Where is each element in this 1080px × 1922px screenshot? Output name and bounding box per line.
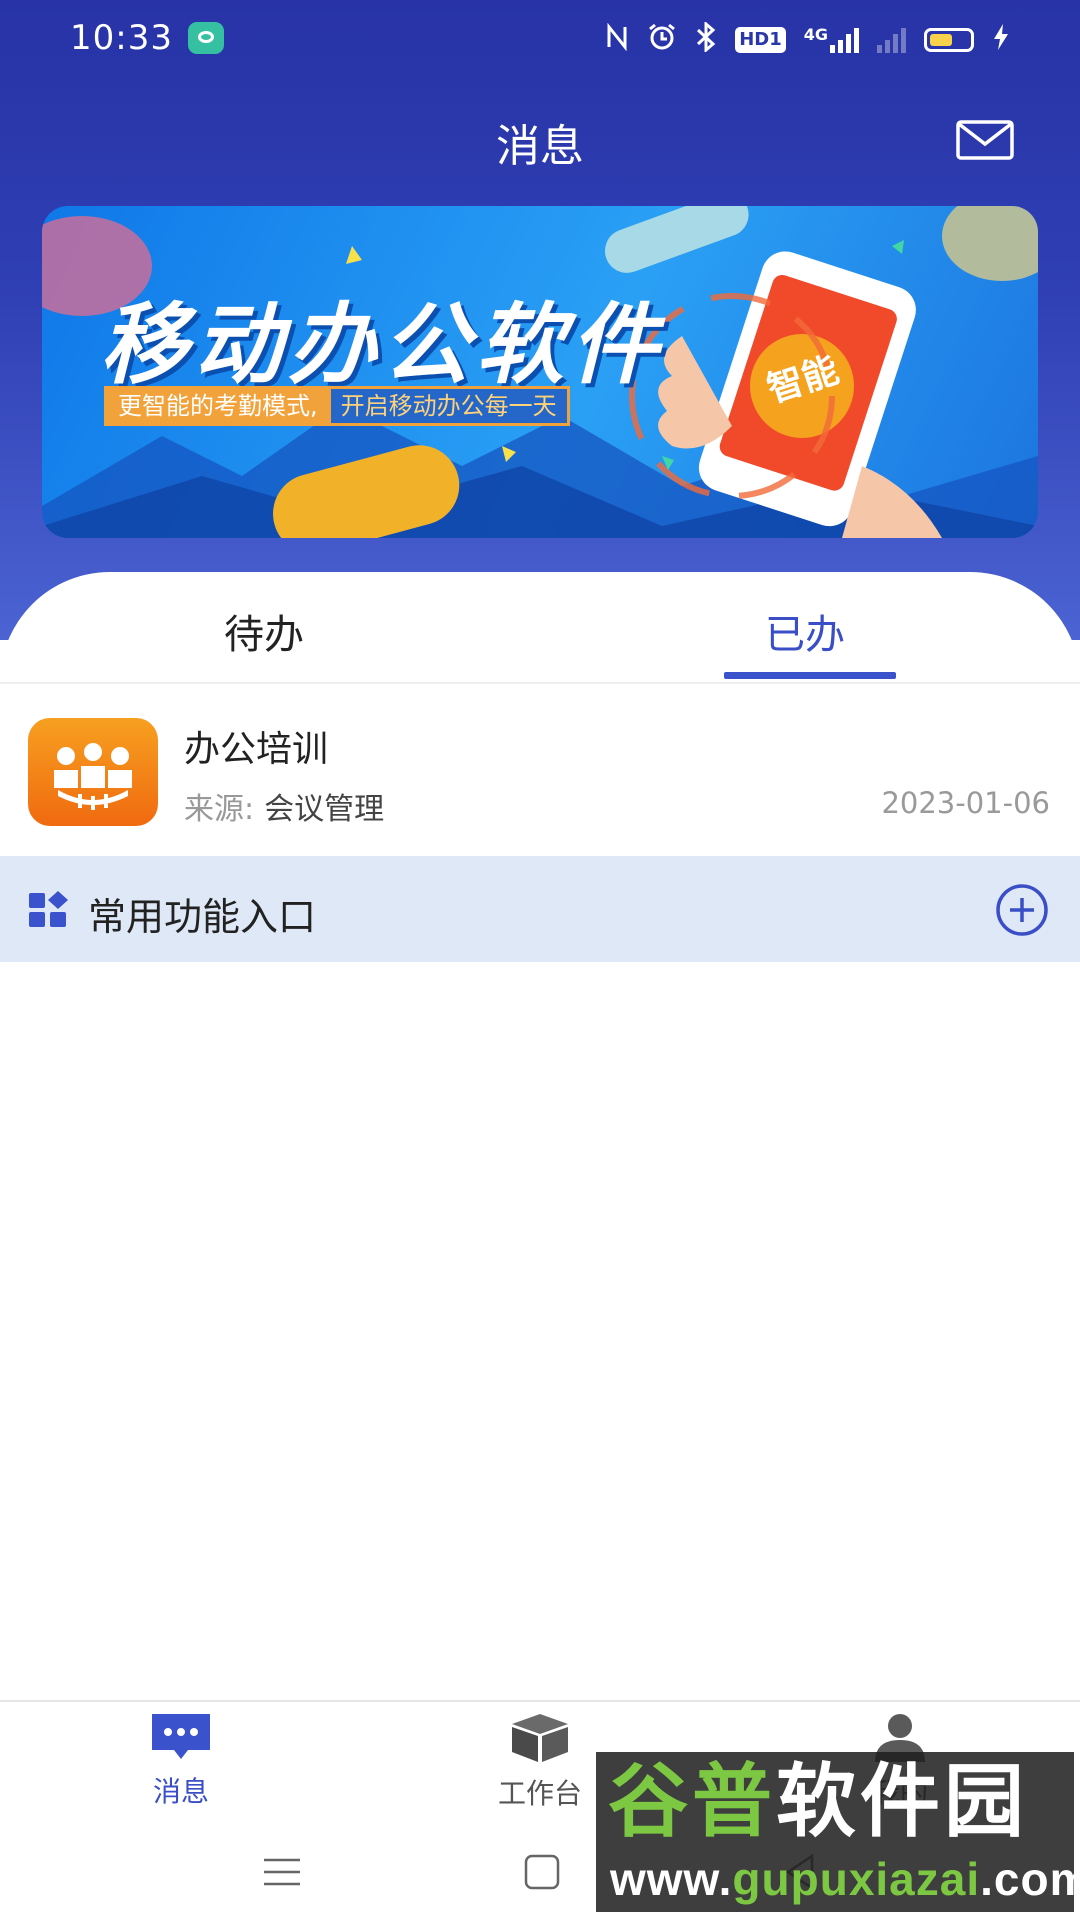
tab-done[interactable]: 已办 xyxy=(765,602,845,660)
divider xyxy=(0,682,1080,684)
watermark-url-domain: gupuxiazai xyxy=(732,1853,981,1905)
watermark: 谷普软件园 www.gupuxiazai.com xyxy=(596,1752,1080,1912)
status-time: 10:33 xyxy=(70,18,173,58)
watermark-title: 谷普软件园 xyxy=(608,1756,1028,1848)
message-icon xyxy=(152,1714,210,1759)
watermark-url: www.gupuxiazai.com xyxy=(610,1852,1080,1906)
menu-icon[interactable] xyxy=(262,1852,302,1892)
promo-banner[interactable]: 移动办公软件 更智能的考勤模式, 开启移动办公每一天 智能 xyxy=(42,206,1038,538)
nav-messages-label: 消息 xyxy=(152,1775,209,1808)
alarm-icon xyxy=(647,22,677,58)
apps-grid-icon xyxy=(28,891,70,929)
workbench-box-icon xyxy=(512,1714,568,1762)
quick-access-label: 常用功能入口 xyxy=(88,895,317,939)
tab-indicator xyxy=(724,672,896,679)
watermark-url-suffix: .com xyxy=(980,1853,1080,1905)
tab-todo[interactable]: 待办 xyxy=(224,602,304,660)
watermark-title-green: 谷普 xyxy=(608,1755,776,1848)
network-type: 4G xyxy=(803,25,828,44)
banner-subtitle-right: 开启移动办公每一天 xyxy=(327,386,570,426)
message-date: 2023-01-06 xyxy=(881,786,1050,820)
message-source-label: 来源: xyxy=(184,792,255,827)
banner-title: 移动办公软件 xyxy=(100,293,665,396)
page-title: 消息 xyxy=(496,121,584,172)
signal-off-icon xyxy=(877,27,906,53)
add-circle-icon[interactable] xyxy=(994,882,1050,938)
battery-icon xyxy=(924,28,974,52)
status-bar: 10:33 HD1 4G xyxy=(0,0,1080,80)
status-icons: HD1 4G xyxy=(605,20,1010,58)
signal-4g-icon: 4G xyxy=(804,27,859,53)
banner-subtitle-left: 更智能的考勤模式, xyxy=(104,386,328,426)
hd-icon: HD1 xyxy=(735,27,786,53)
nav-messages[interactable]: 消息 xyxy=(101,1712,261,1810)
message-source: 来源: 会议管理 xyxy=(184,784,384,828)
mail-icon[interactable] xyxy=(956,120,1014,160)
watermark-url-prefix: www. xyxy=(610,1853,733,1905)
bluetooth-icon xyxy=(695,20,717,58)
home-square-icon[interactable] xyxy=(522,1852,562,1892)
quick-access-bar: 常用功能入口 xyxy=(0,856,1080,962)
message-source-value: 会议管理 xyxy=(264,792,385,827)
nfc-icon xyxy=(605,22,629,57)
banner-subtitle: 更智能的考勤模式, 开启移动办公每一天 xyxy=(104,386,570,426)
charging-icon xyxy=(992,23,1010,57)
tab-bar: 待办 已办 xyxy=(0,572,1080,682)
chat-app-icon xyxy=(188,22,224,54)
watermark-title-white: 软件园 xyxy=(776,1755,1028,1848)
meeting-icon xyxy=(28,718,158,826)
message-title: 办公培训 xyxy=(184,729,329,770)
list-item[interactable]: 办公培训 来源: 会议管理 2023-01-06 xyxy=(0,686,1080,854)
